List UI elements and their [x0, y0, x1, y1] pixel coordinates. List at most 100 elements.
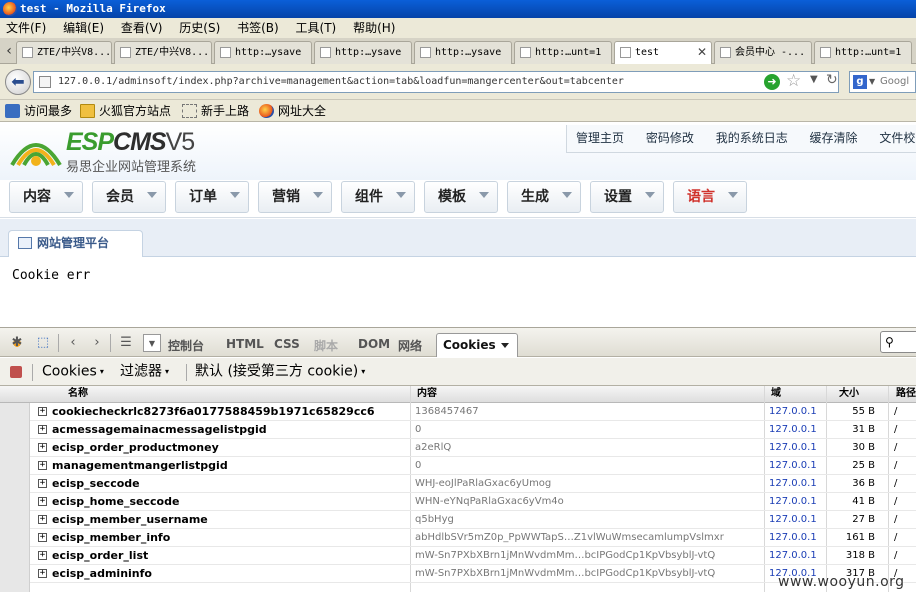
reload-icon[interactable]: ↻	[826, 72, 838, 88]
col-header-path[interactable]: 路径	[896, 386, 916, 402]
menu-help[interactable]: 帮助(H)	[347, 18, 402, 38]
browser-tab-active[interactable]: test ✕	[614, 41, 712, 65]
error-message: Cookie err	[12, 268, 91, 283]
fb-tab-dom[interactable]: DOM	[358, 337, 390, 351]
nav-forward-icon[interactable]: ›	[88, 334, 106, 352]
col-header-domain[interactable]: 域	[771, 386, 781, 402]
table-row[interactable]: + ecisp_home_seccode WHN-eYNqPaRlaGxac6yVm…	[30, 493, 916, 511]
table-row[interactable]: + ecisp_seccode WHJ-eoJlPaRlaGxac6yUmog 127…	[30, 475, 916, 493]
nav-language[interactable]: 语言	[673, 181, 747, 213]
inspect-icon[interactable]: ⬚	[34, 334, 52, 352]
toolbar-divider	[186, 364, 187, 381]
expand-icon[interactable]: +	[38, 551, 47, 560]
nav-back-icon[interactable]: ‹	[64, 334, 82, 352]
chevron-down-icon	[479, 192, 489, 198]
firebug-search-input[interactable]: ⚲	[880, 331, 916, 353]
url-history-dropdown-icon[interactable]: ▼	[810, 74, 818, 85]
search-input[interactable]: g ▼ Googl	[849, 71, 916, 93]
browser-tab[interactable]: ZTE/中兴V8...	[16, 41, 112, 64]
window-titlebar: test - Mozilla Firefox	[0, 0, 916, 18]
col-header-size[interactable]: 大小	[839, 386, 859, 402]
nav-content[interactable]: 内容	[9, 181, 83, 213]
nav-marketing[interactable]: 营销	[258, 181, 332, 213]
table-row[interactable]: + cookiecheckrlc8273f6a0177588459b1971c65…	[30, 403, 916, 421]
expand-icon[interactable]: +	[38, 461, 47, 470]
nav-member[interactable]: 会员	[92, 181, 166, 213]
table-row[interactable]: + acmessagemainacmessagelistpgid 0 127.0.0.…	[30, 421, 916, 439]
expand-icon[interactable]: +	[38, 533, 47, 542]
bookmark-most-visited[interactable]: 访问最多	[5, 100, 72, 122]
google-icon[interactable]: g	[853, 75, 867, 89]
expand-icon[interactable]: +	[38, 479, 47, 488]
firebug-icon[interactable]: ✱	[8, 334, 26, 352]
fb-tab-net[interactable]: 网络	[398, 337, 422, 354]
site-identity-icon[interactable]	[39, 76, 51, 88]
panel-dropdown-icon[interactable]: ▼	[143, 334, 161, 352]
bookmark-getting-started[interactable]: 新手上路	[182, 100, 249, 122]
expand-icon[interactable]: +	[38, 443, 47, 452]
link-clear-cache[interactable]: 缓存清除	[801, 125, 867, 152]
list-menu-icon[interactable]: ☰	[117, 334, 135, 352]
table-row[interactable]: + ecisp_member_username q5bHyg 127.0.0.1 27 …	[30, 511, 916, 529]
link-file-check[interactable]: 文件校	[870, 125, 916, 152]
fb-tab-console[interactable]: 控制台	[168, 337, 204, 354]
expand-icon[interactable]: +	[38, 407, 47, 416]
nav-templates[interactable]: 模板	[424, 181, 498, 213]
fb-tab-html[interactable]: HTML	[226, 337, 264, 351]
cookies-toolbar: Cookies ▾ 过滤器 ▾ 默认 (接受第三方 cookie) ▾	[0, 358, 916, 386]
search-engine-dropdown-icon[interactable]: ▼	[869, 72, 875, 92]
table-row[interactable]: + ecisp_member_info abHdlbSVr5mZ0p_PpWWTap…	[30, 529, 916, 547]
table-row[interactable]: + ecisp_order_list mW-Sn7PXbXBrn1jMnWvdmMm…	[30, 547, 916, 565]
cookie-panel-icon[interactable]	[10, 366, 22, 378]
tab-site-management[interactable]: 网站管理平台	[8, 230, 143, 257]
menu-tools[interactable]: 工具(T)	[290, 18, 344, 38]
browser-tab[interactable]: ZTE/中兴V8...	[114, 41, 212, 64]
page-icon	[220, 47, 231, 58]
window-title: test - Mozilla Firefox	[20, 2, 166, 15]
browser-tab[interactable]: http:…unt=1	[514, 41, 612, 64]
browser-tab[interactable]: http:…ysave	[214, 41, 312, 64]
expand-icon[interactable]: +	[38, 569, 47, 578]
folder-icon	[80, 104, 95, 118]
col-header-value[interactable]: 内容	[417, 386, 437, 402]
fb-tab-css[interactable]: CSS	[274, 337, 300, 351]
chevron-down-icon	[64, 192, 74, 198]
nav-orders[interactable]: 订单	[175, 181, 249, 213]
expand-icon[interactable]: +	[38, 515, 47, 524]
firefox-icon	[259, 104, 274, 118]
table-row[interactable]: + managementmangerlistpgid 0 127.0.0.1 25 B /	[30, 457, 916, 475]
fb-tab-script[interactable]: 脚本	[314, 337, 338, 354]
col-header-name[interactable]: 名称	[68, 386, 88, 402]
third-party-cookie-menu[interactable]: 默认 (接受第三方 cookie) ▾	[195, 358, 365, 386]
menu-history[interactable]: 历史(S)	[173, 18, 227, 38]
url-bar[interactable]: 127.0.0.1/adminsoft/index.php?archive=ma…	[33, 71, 839, 93]
filter-menu[interactable]: 过滤器 ▾	[120, 358, 169, 386]
go-arrow-icon[interactable]: ➜	[764, 74, 780, 90]
link-admin-home[interactable]: 管理主页	[567, 125, 633, 152]
fb-tab-cookies[interactable]: Cookies	[436, 333, 518, 357]
bookmark-firefox-site[interactable]: 火狐官方站点	[80, 100, 171, 122]
menu-file[interactable]: 文件(F)	[0, 18, 53, 38]
back-arrow-icon[interactable]: ⬅	[5, 69, 31, 95]
bookmark-web-directory[interactable]: 网址大全	[259, 100, 326, 122]
menu-view[interactable]: 查看(V)	[115, 18, 170, 38]
cookies-menu[interactable]: Cookies ▾	[42, 358, 104, 386]
link-system-log[interactable]: 我的系统日志	[707, 125, 797, 152]
menu-bookmarks[interactable]: 书签(B)	[231, 18, 286, 38]
menu-edit[interactable]: 编辑(E)	[57, 18, 111, 38]
browser-tab[interactable]: 会员中心 -...	[714, 41, 812, 64]
expand-icon[interactable]: +	[38, 425, 47, 434]
table-row[interactable]: + ecisp_order_productmoney a2eRlQ 127.0.0.1…	[30, 439, 916, 457]
nav-components[interactable]: 组件	[341, 181, 415, 213]
tab-scroll-left-icon[interactable]: ‹	[2, 42, 16, 60]
link-change-password[interactable]: 密码修改	[637, 125, 703, 152]
browser-tab[interactable]: http:…unt=1	[814, 41, 912, 64]
browser-tab[interactable]: http:…ysave	[414, 41, 512, 64]
nav-settings[interactable]: 设置	[590, 181, 664, 213]
browser-tab[interactable]: http:…ysave	[314, 41, 412, 64]
page-icon	[182, 104, 197, 118]
nav-generate[interactable]: 生成	[507, 181, 581, 213]
close-tab-icon[interactable]: ✕	[697, 42, 707, 63]
expand-icon[interactable]: +	[38, 497, 47, 506]
bookmark-star-icon[interactable]: ☆	[786, 71, 801, 91]
